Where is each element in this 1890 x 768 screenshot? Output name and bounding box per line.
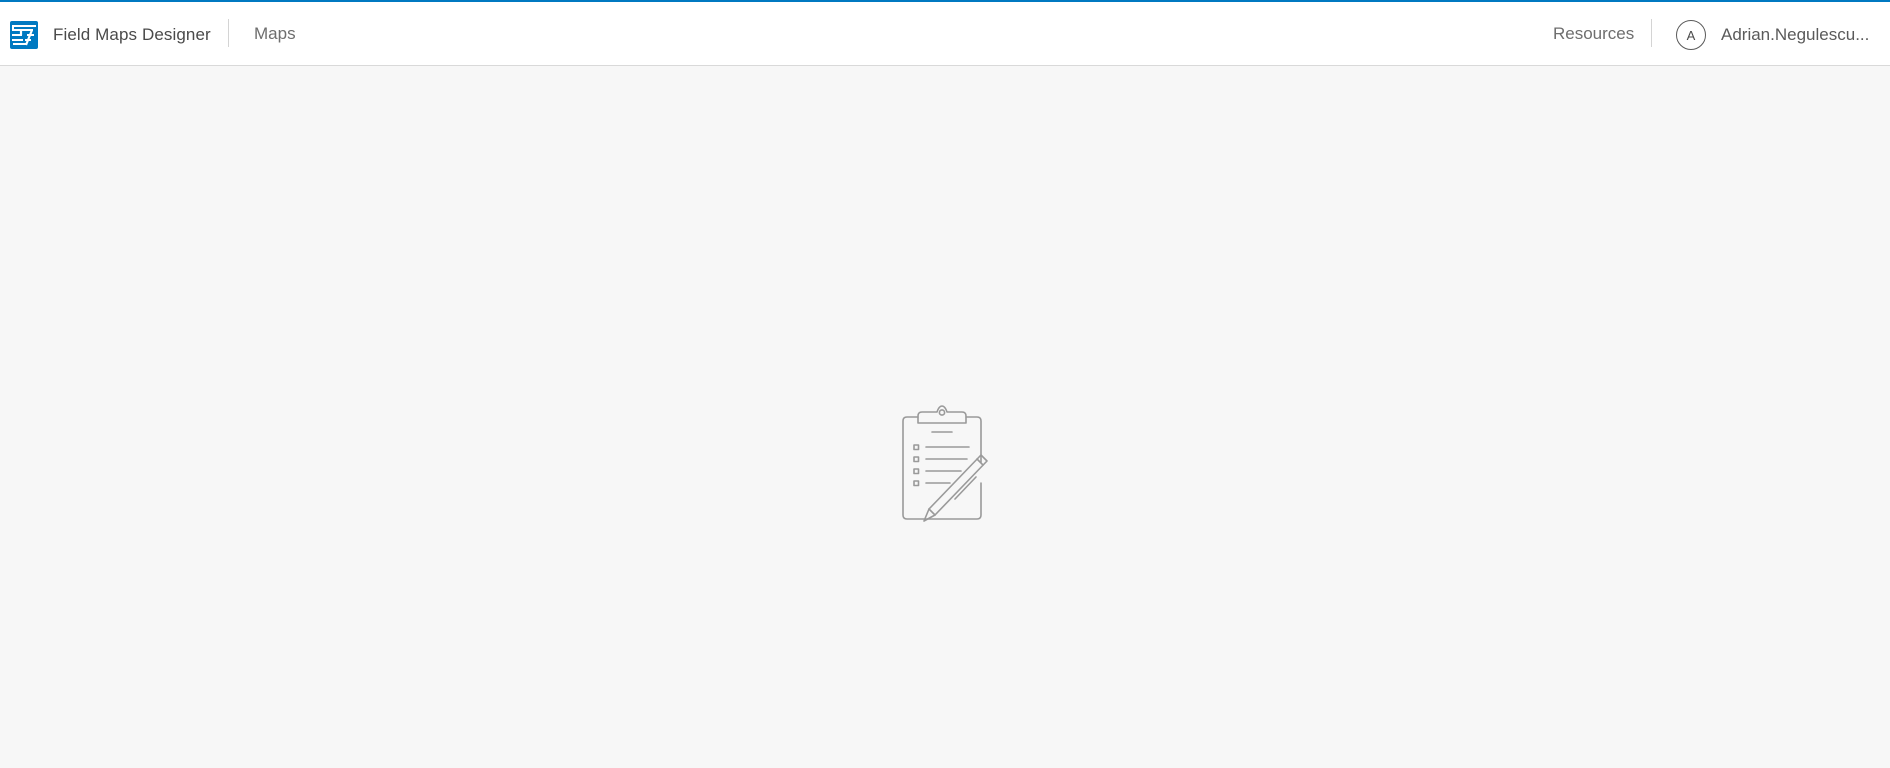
header-divider <box>1651 19 1652 47</box>
app-root: Field Maps Designer Maps Resources A Adr… <box>0 0 1890 768</box>
app-brand[interactable]: Field Maps Designer <box>10 20 211 50</box>
header-divider <box>228 19 229 47</box>
nav-maps-link[interactable]: Maps <box>254 24 296 44</box>
top-header: Field Maps Designer Maps Resources A Adr… <box>0 0 1890 66</box>
user-name: Adrian.Negulescu... <box>1721 25 1870 44</box>
field-maps-logo-icon <box>10 21 38 49</box>
user-menu[interactable]: A Adrian.Negulescu... <box>1676 19 1890 51</box>
clipboard-pencil-icon <box>902 405 988 522</box>
avatar: A <box>1676 20 1706 50</box>
app-title: Field Maps Designer <box>53 25 211 44</box>
nav-resources-link[interactable]: Resources <box>1553 24 1634 44</box>
